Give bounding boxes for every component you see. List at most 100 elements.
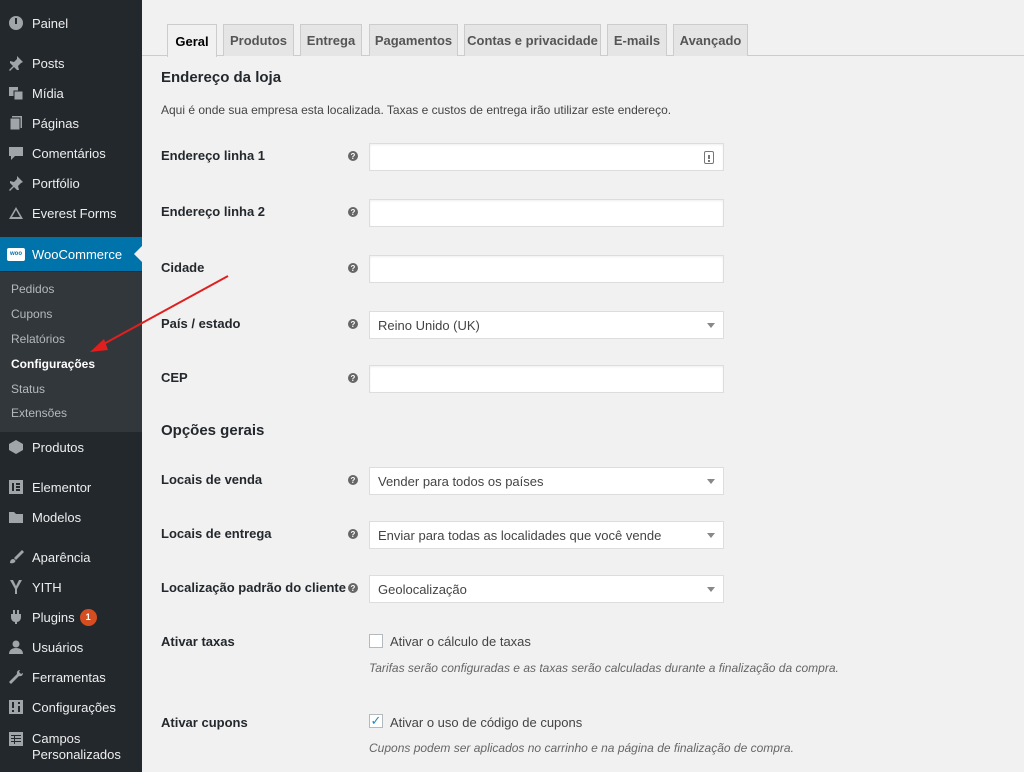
enable-taxes-description: Tarifas serão configuradas e as taxas se… — [369, 661, 839, 675]
label-country-state: País / estado — [161, 316, 241, 331]
label-line-1: Campos — [32, 731, 81, 746]
tab-pagamentos[interactable]: Pagamentos — [369, 24, 458, 56]
folder-icon — [8, 509, 24, 525]
main-content: Geral Produtos Entrega Pagamentos Contas… — [142, 0, 1024, 772]
help-icon[interactable]: ? — [348, 475, 358, 485]
tab-e-mails[interactable]: E-mails — [607, 24, 667, 56]
sidebar-item-portfolio[interactable]: Portfólio — [0, 168, 142, 198]
woocommerce-logo-text: woo — [10, 251, 22, 257]
help-icon[interactable]: ? — [348, 207, 358, 217]
pin-icon — [8, 175, 24, 191]
plugins-update-badge: 1 — [79, 608, 97, 626]
table-icon — [8, 731, 24, 747]
help-icon[interactable]: ? — [348, 373, 358, 383]
label-default-customer-location: Localização padrão do cliente — [161, 580, 346, 595]
sidebar-item-modelos[interactable]: Modelos — [0, 502, 142, 532]
products-icon — [8, 439, 24, 455]
settings-icon — [8, 699, 24, 715]
sidebar-item-everest-forms[interactable]: Everest Forms — [0, 198, 142, 228]
sidebar-item-plugins[interactable]: Plugins 1 — [0, 602, 142, 632]
sidebar-item-yith[interactable]: YITH — [0, 572, 142, 602]
tab-geral[interactable]: Geral — [167, 24, 217, 57]
elementor-icon — [8, 479, 24, 495]
address-line-2-input[interactable] — [369, 199, 724, 227]
enable-coupons-checkbox[interactable]: ✓ — [369, 713, 383, 728]
sidebar-item-posts[interactable]: Posts — [0, 48, 142, 78]
country-state-value: Reino Unido (UK) — [378, 317, 480, 333]
chevron-down-icon — [707, 587, 715, 592]
users-icon — [8, 639, 24, 655]
help-icon[interactable]: ? — [348, 151, 358, 161]
city-input[interactable] — [369, 255, 724, 283]
checkmark-icon: ✓ — [370, 713, 382, 728]
shipping-locations-value: Enviar para todas as localidades que voc… — [378, 527, 662, 543]
country-state-select[interactable]: Reino Unido (UK) — [369, 311, 724, 339]
sidebar-item-painel[interactable]: Painel — [0, 8, 142, 38]
appearance-icon — [8, 549, 24, 565]
enable-taxes-checkbox[interactable] — [369, 634, 383, 648]
postcode-input[interactable] — [369, 365, 724, 393]
sidebar-item-comentarios[interactable]: Comentários — [0, 138, 142, 168]
help-icon[interactable]: ? — [348, 263, 358, 273]
sidebar-item-elementor[interactable]: Elementor — [0, 472, 142, 502]
woocommerce-submenu: Pedidos Cupons Relatórios Configurações … — [0, 272, 142, 432]
submenu-item-relatorios[interactable]: Relatórios — [11, 332, 65, 346]
submenu-item-status[interactable]: Status — [11, 382, 45, 396]
sidebar-item-produtos[interactable]: Produtos — [0, 432, 142, 462]
comments-icon — [8, 145, 24, 161]
plugins-icon — [8, 609, 24, 625]
label-selling-locations: Locais de venda — [161, 472, 263, 487]
label-city: Cidade — [161, 260, 205, 275]
address-line-1-input[interactable] — [369, 143, 724, 171]
section-description-store-address: Aqui é onde sua empresa esta localizada.… — [161, 103, 672, 117]
label-enable-coupons: Ativar cupons — [161, 715, 248, 730]
shipping-locations-select[interactable]: Enviar para todas as localidades que voc… — [369, 521, 724, 549]
default-customer-location-select[interactable]: Geolocalização — [369, 575, 724, 603]
admin-sidebar: Painel Posts Mídia Páginas Comentários P… — [0, 0, 142, 772]
chevron-down-icon — [707, 323, 715, 328]
sidebar-item-aparencia[interactable]: Aparência — [0, 542, 142, 572]
sidebar-item-usuarios[interactable]: Usuários — [0, 632, 142, 662]
help-icon[interactable]: ? — [348, 583, 358, 593]
pages-icon — [8, 115, 24, 131]
sidebar-item-configuracoes[interactable]: Configurações — [0, 692, 142, 722]
enable-coupons-description: Cupons podem ser aplicados no carrinho e… — [369, 741, 794, 755]
sidebar-item-ferramentas[interactable]: Ferramentas — [0, 662, 142, 692]
label-postcode: CEP — [161, 370, 188, 385]
submenu-item-pedidos[interactable]: Pedidos — [11, 282, 54, 296]
autofill-contact-icon[interactable] — [704, 151, 714, 164]
tab-contas-e-privacidade[interactable]: Contas e privacidade — [464, 24, 601, 56]
section-title-store-address: Endereço da loja — [161, 69, 282, 86]
tab-produtos[interactable]: Produtos — [223, 24, 294, 56]
tools-icon — [8, 669, 24, 685]
dashboard-icon — [8, 15, 24, 31]
help-icon[interactable]: ? — [348, 529, 358, 539]
label-address-line-2: Endereço linha 2 — [161, 204, 266, 219]
default-customer-location-value: Geolocalização — [378, 581, 467, 597]
sidebar-item-woocommerce[interactable]: woo WooCommerce — [0, 237, 142, 271]
everest-forms-icon — [8, 205, 24, 221]
sidebar-item-label-two-line: Campos Personalizados — [32, 731, 121, 763]
tab-entrega[interactable]: Entrega — [300, 24, 362, 56]
submenu-item-cupons[interactable]: Cupons — [11, 307, 52, 321]
woocommerce-icon: woo — [7, 247, 25, 261]
label-line-2: Personalizados — [32, 747, 121, 762]
media-icon — [8, 85, 24, 101]
label-enable-taxes: Ativar taxas — [161, 634, 235, 649]
chevron-down-icon — [707, 533, 715, 538]
sidebar-item-campos-personalizados[interactable]: Campos Personalizados — [0, 725, 142, 769]
settings-tabs: Geral Produtos Entrega Pagamentos Contas… — [142, 0, 1024, 57]
yith-icon — [8, 579, 24, 595]
sidebar-item-paginas[interactable]: Páginas — [0, 108, 142, 138]
chevron-down-icon — [707, 479, 715, 484]
help-icon[interactable]: ? — [348, 319, 358, 329]
enable-coupons-checkbox-label[interactable]: Ativar o uso de código de cupons — [390, 715, 582, 730]
submenu-item-extensoes[interactable]: Extensões — [11, 406, 67, 420]
tab-avancado[interactable]: Avançado — [673, 24, 748, 56]
label-shipping-locations: Locais de entrega — [161, 526, 272, 541]
section-title-general-options: Opções gerais — [161, 422, 265, 439]
selling-locations-select[interactable]: Vender para todos os países — [369, 467, 724, 495]
submenu-item-configuracoes[interactable]: Configurações — [11, 357, 95, 371]
sidebar-item-midia[interactable]: Mídia — [0, 78, 142, 108]
enable-taxes-checkbox-label[interactable]: Ativar o cálculo de taxas — [390, 634, 531, 649]
